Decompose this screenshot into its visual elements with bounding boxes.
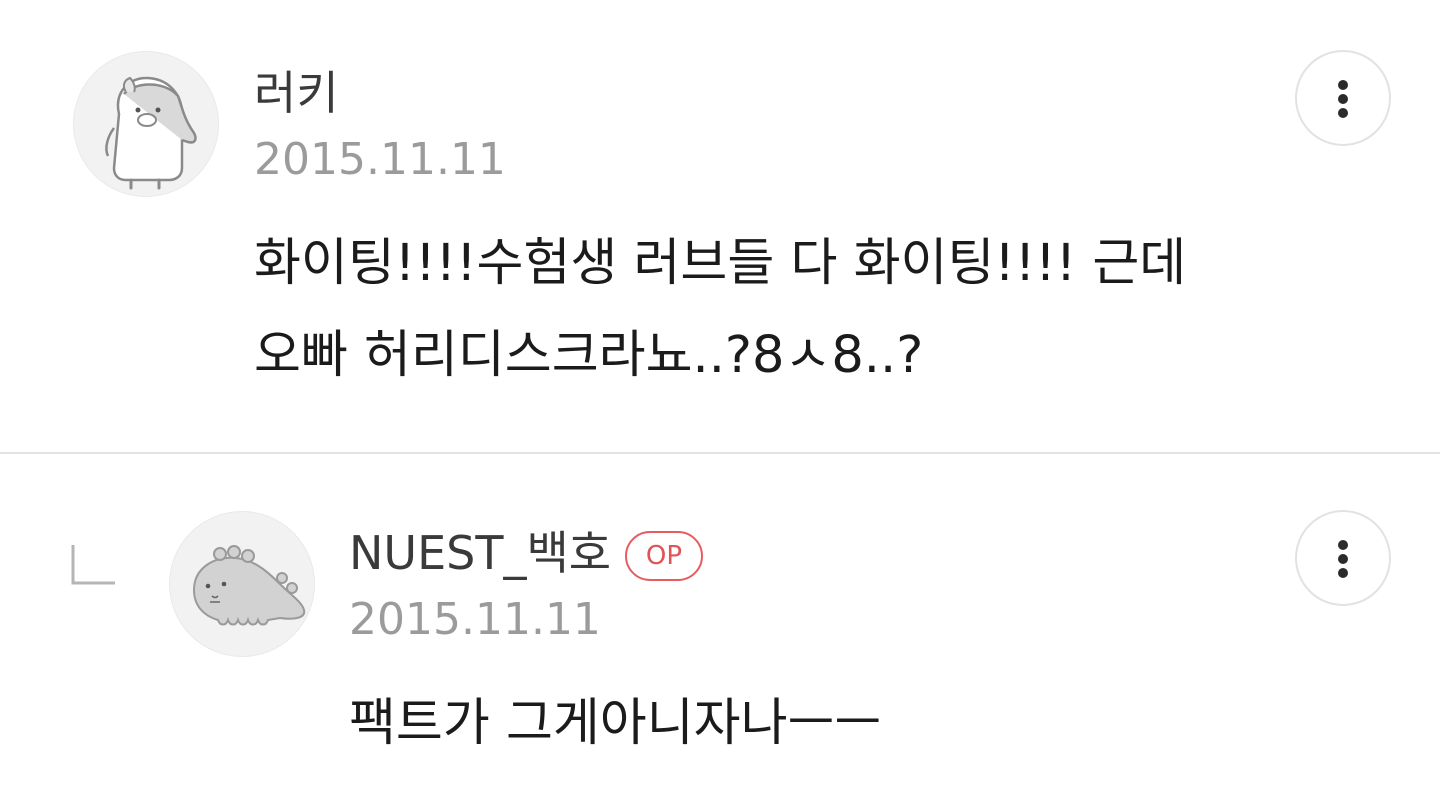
comment-line: 화이팅!!!!수험생 러브들 다 화이팅!!!! 근데: [254, 234, 1187, 293]
comment-line: 오빠 허리디스크라뇨..?8ㅅ8..?: [254, 326, 924, 385]
comment-item: 러키 2015.11.11 화이팅!!!!수험생 러브들 다 화이팅!!!! 근…: [0, 0, 1440, 452]
comment-date: 2015.11.11: [349, 594, 601, 645]
op-badge: OP: [625, 531, 703, 581]
comment-list: 러키 2015.11.11 화이팅!!!!수험생 러브들 다 화이팅!!!! 근…: [0, 0, 1440, 809]
more-options-button[interactable]: [1295, 510, 1391, 606]
comment-body: 팩트가 그게아니자나ㅡㅡ: [349, 678, 881, 770]
comment-author[interactable]: NUEST_백호: [349, 526, 611, 580]
comment-body: 화이팅!!!!수험생 러브들 다 화이팅!!!! 근데 오빠 허리디스크라뇨..…: [254, 218, 1186, 402]
reply-item: NUEST_백호 OP 2015.11.11 팩트가 그게아니자나ㅡㅡ: [0, 454, 1440, 809]
comment-line: 팩트가 그게아니자나ㅡㅡ: [349, 694, 882, 753]
comment-author[interactable]: 러키: [254, 66, 339, 120]
penguin-character-icon: [105, 76, 197, 190]
dinosaur-character-icon: [192, 545, 306, 626]
avatar[interactable]: [169, 511, 315, 657]
more-options-button[interactable]: [1295, 50, 1391, 146]
reply-arrow-icon: [71, 545, 115, 585]
avatar[interactable]: [73, 51, 219, 197]
comment-date: 2015.11.11: [254, 134, 506, 185]
